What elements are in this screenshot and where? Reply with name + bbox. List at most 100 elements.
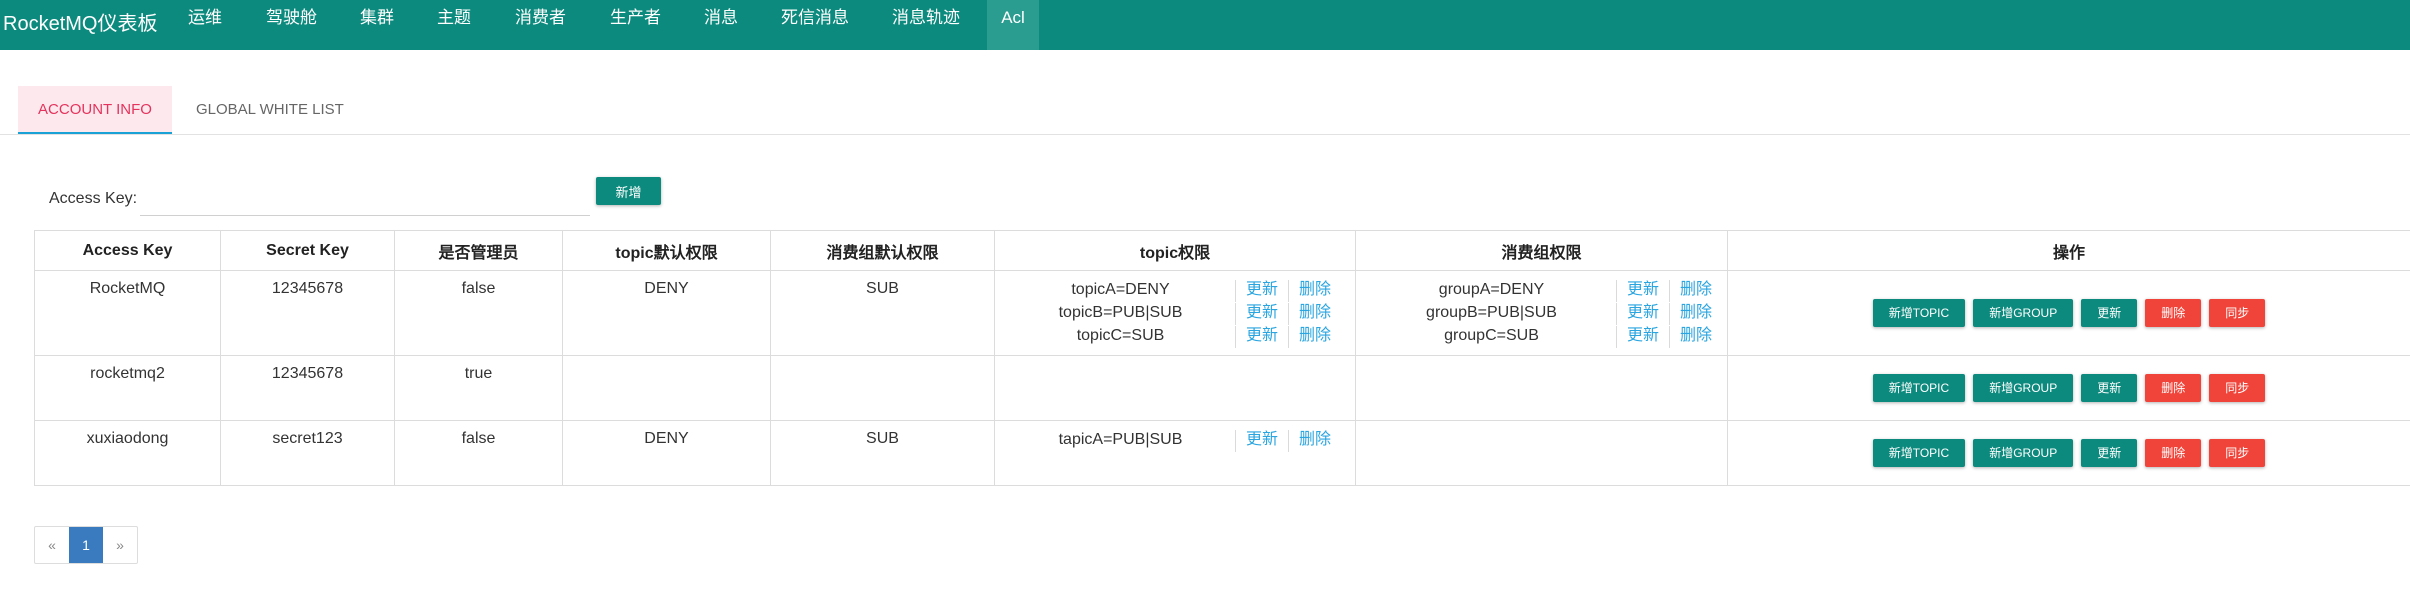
nav-item-topic[interactable]: 主题 — [437, 0, 471, 50]
topic-perm-update-link[interactable]: 更新 — [1235, 430, 1288, 452]
group-perm-delete-link[interactable]: 删除 — [1669, 280, 1722, 302]
delete-button[interactable]: 删除 — [2145, 299, 2202, 327]
cell-ops: 新增TOPIC 新增GROUP 更新 删除 同步 — [1727, 270, 2410, 356]
header-admin: 是否管理员 — [394, 230, 563, 271]
nav-item-dashboard[interactable]: 驾驶舱 — [266, 0, 317, 50]
sync-button[interactable]: 同步 — [2209, 299, 2266, 327]
access-key-label: Access Key: — [49, 190, 138, 207]
table-row: rocketmq2 12345678 true 新增TOPIC 新增GROUP … — [34, 355, 2410, 421]
group-perm-delete-link[interactable]: 删除 — [1669, 303, 1722, 325]
header-topic-default: topic默认权限 — [562, 230, 771, 271]
add-group-button[interactable]: 新增GROUP — [1973, 374, 2074, 402]
nav-item-acl[interactable]: Acl — [987, 0, 1039, 50]
delete-button[interactable]: 删除 — [2145, 374, 2202, 402]
cell-secret-key: 12345678 — [220, 270, 395, 356]
cell-access-key: rocketmq2 — [34, 355, 221, 421]
add-account-button[interactable]: 新增 — [596, 177, 661, 205]
header-access-key: Access Key — [34, 230, 221, 271]
topic-perm-item: topicC=SUB 更新 删除 — [1003, 326, 1355, 349]
group-perm-item: groupC=SUB 更新 删除 — [1364, 326, 1727, 349]
pagination-page-current[interactable]: 1 — [69, 527, 103, 563]
access-key-input[interactable] — [140, 180, 590, 216]
table-row: RocketMQ 12345678 false DENY SUB topicA=… — [34, 270, 2410, 356]
cell-secret-key: 12345678 — [220, 355, 395, 421]
cell-group-perms — [1355, 355, 1728, 421]
nav-item-producer[interactable]: 生产者 — [610, 0, 661, 50]
add-group-button[interactable]: 新增GROUP — [1973, 439, 2074, 467]
topic-perm-text: topicA=DENY — [1071, 281, 1170, 298]
topic-perm-text: topicB=PUB|SUB — [1058, 304, 1183, 321]
cell-group-perms: groupA=DENY 更新 删除 groupB=PUB|SUB 更新 删除 g… — [1355, 270, 1728, 356]
cell-group-default: SUB — [770, 270, 995, 356]
topic-perm-text: topicC=SUB — [1076, 327, 1165, 344]
topic-perm-text: tapicA=PUB|SUB — [1058, 431, 1183, 448]
nav-item-message-trace[interactable]: 消息轨迹 — [892, 0, 960, 50]
update-button[interactable]: 更新 — [2081, 439, 2138, 467]
group-perm-delete-link[interactable]: 删除 — [1669, 326, 1722, 348]
group-perm-item: groupB=PUB|SUB 更新 删除 — [1364, 303, 1727, 326]
cell-topic-default: DENY — [562, 420, 771, 486]
cell-topic-perms — [994, 355, 1356, 421]
cell-access-key: RocketMQ — [34, 270, 221, 356]
cell-admin: true — [394, 355, 563, 421]
topic-perm-update-link[interactable]: 更新 — [1235, 326, 1288, 348]
nav-item-dlq-message[interactable]: 死信消息 — [781, 0, 849, 50]
sync-button[interactable]: 同步 — [2209, 439, 2266, 467]
nav-item-ops[interactable]: 运维 — [188, 0, 222, 50]
topic-perm-update-link[interactable]: 更新 — [1235, 303, 1288, 325]
top-navbar: RocketMQ仪表板 运维 驾驶舱 集群 主题 消费者 生产者 消息 死信消息… — [0, 0, 2410, 50]
cell-ops: 新增TOPIC 新增GROUP 更新 删除 同步 — [1727, 355, 2410, 421]
nav-item-cluster[interactable]: 集群 — [360, 0, 394, 50]
topic-perm-item: tapicA=PUB|SUB 更新 删除 — [1003, 430, 1355, 453]
topic-perm-item: topicB=PUB|SUB 更新 删除 — [1003, 303, 1355, 326]
cell-topic-perms: tapicA=PUB|SUB 更新 删除 — [994, 420, 1356, 486]
header-ops: 操作 — [1727, 230, 2410, 271]
add-topic-button[interactable]: 新增TOPIC — [1872, 439, 1966, 467]
cell-topic-default — [562, 355, 771, 421]
group-perm-update-link[interactable]: 更新 — [1616, 280, 1669, 302]
update-button[interactable]: 更新 — [2081, 299, 2138, 327]
tab-divider — [0, 134, 2410, 135]
header-secret-key: Secret Key — [220, 230, 395, 271]
topic-perm-update-link[interactable]: 更新 — [1235, 280, 1288, 302]
topic-perm-delete-link[interactable]: 删除 — [1288, 303, 1341, 325]
tab-global-white-list[interactable]: GLOBAL WHITE LIST — [196, 86, 344, 134]
table-row: xuxiaodong secret123 false DENY SUB tapi… — [34, 420, 2410, 486]
cell-admin: false — [394, 420, 563, 486]
add-topic-button[interactable]: 新增TOPIC — [1872, 299, 1966, 327]
topic-perm-delete-link[interactable]: 删除 — [1288, 430, 1341, 452]
update-button[interactable]: 更新 — [2081, 374, 2138, 402]
header-group-perms: 消费组权限 — [1355, 230, 1728, 271]
cell-topic-default: DENY — [562, 270, 771, 356]
add-topic-button[interactable]: 新增TOPIC — [1872, 374, 1966, 402]
pagination: « 1 » — [34, 526, 138, 564]
pagination-next[interactable]: » — [103, 527, 137, 563]
cell-admin: false — [394, 270, 563, 356]
delete-button[interactable]: 删除 — [2145, 439, 2202, 467]
pagination-prev[interactable]: « — [35, 527, 69, 563]
header-topic-perms: topic权限 — [994, 230, 1356, 271]
cell-topic-perms: topicA=DENY 更新 删除 topicB=PUB|SUB 更新 删除 t… — [994, 270, 1356, 356]
acl-table: Access Key Secret Key 是否管理员 topic默认权限 消费… — [34, 230, 2410, 486]
cell-access-key: xuxiaodong — [34, 420, 221, 486]
tab-account-info[interactable]: ACCOUNT INFO — [18, 86, 172, 134]
add-group-button[interactable]: 新增GROUP — [1973, 299, 2074, 327]
topic-perm-delete-link[interactable]: 删除 — [1288, 326, 1341, 348]
table-header-row: Access Key Secret Key 是否管理员 topic默认权限 消费… — [34, 230, 2410, 271]
group-perm-text: groupC=SUB — [1444, 327, 1539, 344]
nav-item-consumer[interactable]: 消费者 — [515, 0, 566, 50]
cell-group-default: SUB — [770, 420, 995, 486]
sync-button[interactable]: 同步 — [2209, 374, 2266, 402]
topic-perm-delete-link[interactable]: 删除 — [1288, 280, 1341, 302]
cell-ops: 新增TOPIC 新增GROUP 更新 删除 同步 — [1727, 420, 2410, 486]
cell-group-default — [770, 355, 995, 421]
group-perm-update-link[interactable]: 更新 — [1616, 303, 1669, 325]
group-perm-item: groupA=DENY 更新 删除 — [1364, 280, 1727, 303]
group-perm-update-link[interactable]: 更新 — [1616, 326, 1669, 348]
cell-group-perms — [1355, 420, 1728, 486]
nav-item-message[interactable]: 消息 — [704, 0, 738, 50]
group-perm-text: groupB=PUB|SUB — [1426, 304, 1557, 321]
group-perm-text: groupA=DENY — [1438, 281, 1545, 298]
brand-title[interactable]: RocketMQ仪表板 — [3, 7, 157, 36]
cell-secret-key: secret123 — [220, 420, 395, 486]
